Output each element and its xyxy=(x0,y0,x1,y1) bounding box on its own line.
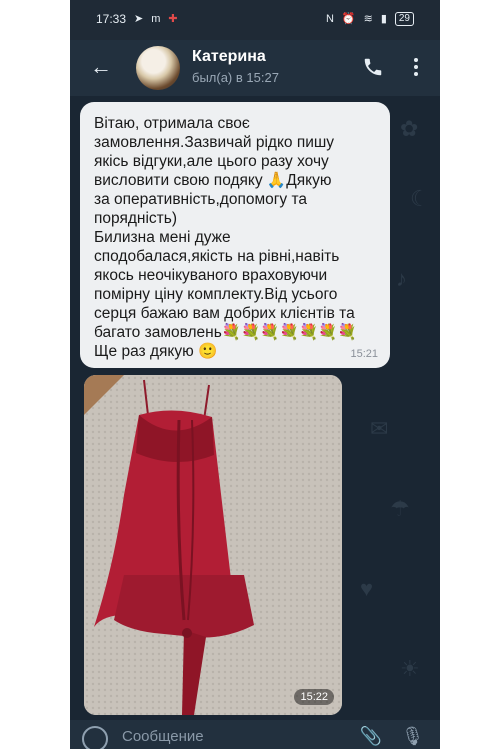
chat-area[interactable]: ✿ ☾ ♪ ✉ ☂ ♥ ☀ Вітаю, отримала своє замов… xyxy=(70,96,440,720)
input-bar: Сообщение 📎 🎙 xyxy=(70,720,440,749)
arrow-left-icon[interactable]: ← xyxy=(88,54,114,80)
phone-screen: 17:33 ➤ m ✚ N ⏰ ≋ ▮ 29 ← Катерина был(а)… xyxy=(70,0,440,749)
nfc-icon: N xyxy=(325,13,334,25)
chat-header: ← Катерина был(а) в 15:27 xyxy=(70,40,440,96)
message-time: 15:21 xyxy=(350,348,378,360)
photo-time: 15:22 xyxy=(294,689,334,705)
contact-name[interactable]: Катерина xyxy=(192,48,266,66)
doodle-icon: ☂ xyxy=(390,496,410,521)
status-time: 17:33 xyxy=(96,12,127,26)
doodle-icon: ♥ xyxy=(360,576,374,601)
attach-icon[interactable]: 📎 xyxy=(360,726,382,747)
last-seen: был(а) в 15:27 xyxy=(192,70,279,85)
mic-icon[interactable]: 🎙 xyxy=(401,726,424,747)
incoming-message[interactable]: Вітаю, отримала своє замовлення.Зазвичай… xyxy=(80,102,390,368)
phone-icon[interactable] xyxy=(362,56,384,78)
alarm-icon: ⏰ xyxy=(341,13,356,25)
emoji-icon[interactable] xyxy=(82,726,108,749)
more-vert-icon[interactable] xyxy=(406,54,426,80)
battery-icon: 29 xyxy=(394,12,414,26)
message-text: Вітаю, отримала своє замовлення.Зазвичай… xyxy=(94,115,357,360)
status-bar: 17:33 ➤ m ✚ N ⏰ ≋ ▮ 29 xyxy=(70,0,440,40)
signal-icon: ▮ xyxy=(380,13,387,25)
doodle-icon: ☀ xyxy=(400,656,420,681)
puzzle-icon: ✚ xyxy=(168,13,178,25)
photo-message[interactable]: 15:22 xyxy=(84,375,342,715)
doodle-icon: ☾ xyxy=(410,186,430,211)
doodle-icon: ✉ xyxy=(370,416,389,441)
doodle-icon: ✿ xyxy=(400,116,419,141)
message-input[interactable]: Сообщение xyxy=(122,728,204,745)
garment-photo xyxy=(84,375,342,715)
avatar[interactable] xyxy=(136,46,180,90)
wifi-icon: ≋ xyxy=(363,13,373,25)
m-icon: m xyxy=(151,13,161,25)
doodle-icon: ♪ xyxy=(396,266,407,291)
location-icon: ➤ xyxy=(134,13,144,25)
